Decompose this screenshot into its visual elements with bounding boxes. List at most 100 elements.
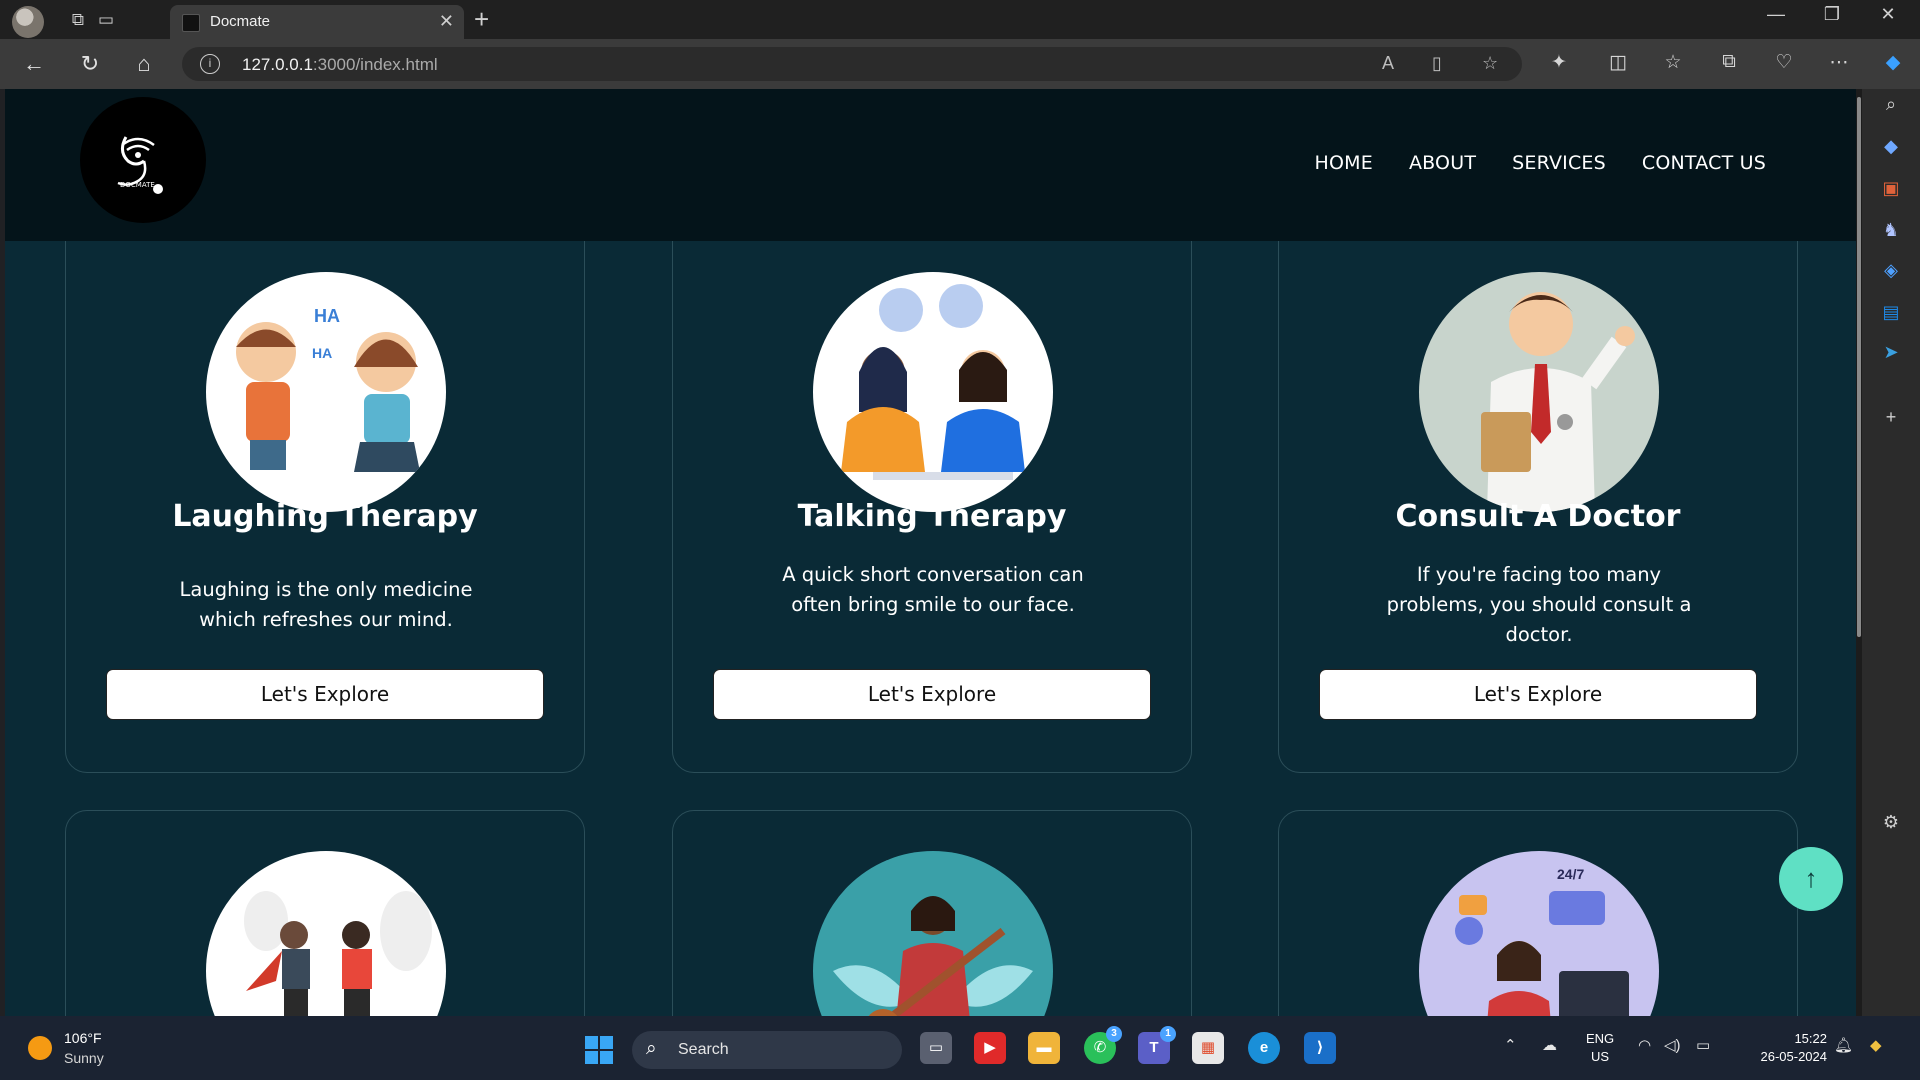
card-title: Laughing Therapy — [172, 499, 478, 534]
refresh-icon[interactable]: ↻ — [74, 49, 106, 79]
service-card-row2-3: 24/7 — [1278, 810, 1798, 1016]
read-aloud-icon[interactable]: A — [1382, 53, 1394, 74]
close-window-button[interactable]: ✕ — [1866, 4, 1910, 25]
profile-avatar[interactable] — [12, 6, 44, 38]
nav-about[interactable]: ABOUT — [1409, 152, 1476, 174]
service-card-consult-doctor: Consult A Doctor If you're facing too ma… — [1278, 149, 1798, 773]
site-nav: HOME ABOUT SERVICES CONTACT US — [1315, 152, 1767, 174]
browser-tab-bar: ⧉ ▭ Docmate ✕ + — ❐ ✕ — [0, 0, 1920, 39]
happy-kids-illustration — [206, 851, 446, 1016]
whatsapp-badge: 3 — [1106, 1026, 1122, 1042]
weather-temperature[interactable]: 106°F — [64, 1030, 102, 1046]
task-view-icon[interactable]: ▭ — [920, 1032, 952, 1064]
vscode-icon[interactable]: ⟩ — [1304, 1032, 1336, 1064]
laughing-kids-illustration: HA HA — [206, 272, 446, 512]
scrollbar-thumb[interactable] — [1857, 97, 1861, 637]
tab-actions-icon[interactable]: ▭ — [90, 6, 122, 34]
logo-text: DOCMATE — [120, 181, 155, 189]
nav-services[interactable]: SERVICES — [1512, 152, 1606, 174]
windows-taskbar: 106°F Sunny ⌕ Search ▭ ▶ ▬ ✆ 3 T1 ▦ e ⟩ ⌃… — [0, 1016, 1920, 1080]
scroll-to-top-button[interactable]: ↑ — [1779, 847, 1843, 911]
file-explorer-icon[interactable]: ▬ — [1028, 1032, 1060, 1064]
notification-bell-icon[interactable]: 🔔︎ — [1834, 1036, 1853, 1054]
sun-icon[interactable] — [28, 1036, 52, 1060]
browser-toolbar: ← ↻ ⌂ i 127.0.0.1:3000/index.html A ▯ ☆ … — [0, 39, 1920, 89]
taskbar-search[interactable]: ⌕ Search — [632, 1031, 902, 1069]
card-title: Talking Therapy — [797, 499, 1067, 534]
new-tab-button[interactable]: + — [474, 4, 489, 35]
card-description: Laughing is the only medicine which refr… — [179, 578, 473, 631]
immersive-reader-icon[interactable]: ▯ — [1432, 53, 1442, 74]
svg-text:HA: HA — [312, 345, 332, 361]
collections-icon[interactable]: ⧉ — [1714, 51, 1744, 73]
service-card-talking-therapy: Talking Therapy A quick short conversati… — [672, 149, 1192, 773]
minimize-button[interactable]: — — [1754, 4, 1798, 25]
copilot-taskbar-icon[interactable]: ◆ — [1870, 1036, 1882, 1054]
favorite-star-icon[interactable]: ☆ — [1482, 53, 1498, 74]
whatsapp-icon[interactable]: ✆ 3 — [1084, 1026, 1122, 1064]
search-icon: ⌕ — [646, 1038, 657, 1059]
nav-contact-us[interactable]: CONTACT US — [1642, 152, 1766, 174]
support-247-illustration: 24/7 — [1419, 851, 1659, 1016]
taskbar-search-label: Search — [678, 1041, 729, 1058]
lets-explore-button[interactable]: Let's Explore — [713, 669, 1151, 720]
tools-briefcase-icon[interactable]: ▣ — [1878, 175, 1904, 201]
shopping-tag-icon[interactable]: ◆ — [1878, 133, 1904, 159]
tab-favicon-icon — [182, 14, 200, 32]
tray-overflow-icon[interactable]: ⌃ — [1504, 1036, 1517, 1054]
tab-title: Docmate — [210, 13, 271, 30]
support-badge-text: 24/7 — [1557, 866, 1584, 882]
service-card-laughing-therapy: HA HA Laughing Therapy Laughing is the o… — [65, 149, 585, 773]
wifi-icon[interactable]: ◠ — [1638, 1036, 1651, 1054]
lets-explore-button[interactable]: Let's Explore — [1319, 669, 1757, 720]
add-sidebar-app-icon[interactable]: + — [1878, 404, 1904, 430]
settings-more-icon[interactable]: ⋯ — [1824, 51, 1854, 74]
favorites-icon[interactable]: ☆ — [1658, 51, 1688, 74]
onedrive-icon[interactable]: ☁ — [1542, 1036, 1557, 1054]
card-description: If you're facing too many problems, you … — [1386, 563, 1692, 646]
extensions-icon[interactable]: ✦ — [1544, 51, 1574, 74]
docmate-logo[interactable]: DOCMATE — [80, 97, 206, 223]
outlook-icon[interactable]: ▤ — [1878, 299, 1904, 325]
card-description: A quick short conversation can often bri… — [782, 563, 1084, 616]
page-viewport: DOCMATE HOME ABOUT SERVICES CONTACT US H… — [5, 89, 1856, 1016]
lets-explore-button[interactable]: Let's Explore — [106, 669, 544, 720]
edge-browser-icon[interactable]: e — [1248, 1032, 1280, 1064]
telegram-icon[interactable]: ➤ — [1878, 339, 1904, 365]
doctor-illustration — [1419, 272, 1659, 512]
site-header: DOCMATE HOME ABOUT SERVICES CONTACT US — [5, 89, 1856, 241]
browser-tab[interactable]: Docmate ✕ — [170, 5, 464, 39]
svg-text:HA: HA — [314, 306, 340, 326]
card-title: Consult A Doctor — [1395, 499, 1681, 534]
copilot-sidebar-icon[interactable]: ◈ — [1878, 257, 1904, 283]
language-indicator[interactable]: ENG US — [1586, 1030, 1614, 1066]
store-icon[interactable]: ▦ — [1192, 1032, 1224, 1064]
youtube-app-icon[interactable]: ▶ — [974, 1032, 1006, 1064]
service-card-row2-1 — [65, 810, 585, 1016]
start-button[interactable] — [585, 1036, 613, 1064]
teams-icon[interactable]: T1 — [1138, 1026, 1176, 1064]
back-icon[interactable]: ← — [18, 49, 50, 79]
weather-condition[interactable]: Sunny — [64, 1050, 104, 1066]
browser-essentials-icon[interactable]: ♡ — [1769, 51, 1799, 74]
nav-home[interactable]: HOME — [1315, 152, 1373, 174]
url-text[interactable]: 127.0.0.1:3000/index.html — [242, 55, 438, 75]
talking-women-illustration — [813, 272, 1053, 512]
veena-player-illustration — [813, 851, 1053, 1016]
service-card-row2-2 — [672, 810, 1192, 1016]
volume-icon[interactable]: ◁) — [1664, 1036, 1681, 1054]
sidebar-settings-icon[interactable]: ⚙ — [1878, 809, 1904, 835]
clock[interactable]: 15:22 26-05-2024 — [1737, 1030, 1828, 1066]
copilot-icon[interactable]: ◆ — [1878, 51, 1908, 74]
split-screen-icon[interactable]: ◫ — [1603, 51, 1633, 74]
battery-icon[interactable]: ▭ — [1696, 1036, 1710, 1054]
address-bar[interactable]: i 127.0.0.1:3000/index.html A ▯ ☆ — [182, 47, 1522, 81]
site-info-icon[interactable]: i — [200, 54, 220, 74]
games-icon[interactable]: ♞ — [1878, 217, 1904, 243]
restore-button[interactable]: ❐ — [1810, 4, 1854, 25]
teams-badge: 1 — [1160, 1026, 1176, 1042]
search-icon[interactable]: ⌕ — [1878, 91, 1904, 117]
home-icon[interactable]: ⌂ — [128, 49, 160, 79]
edge-sidebar: ⌕ ◆ ▣ ♞ ◈ ▤ ➤ + ⚙ — [1862, 89, 1920, 1016]
tab-close-icon[interactable]: ✕ — [439, 11, 454, 32]
